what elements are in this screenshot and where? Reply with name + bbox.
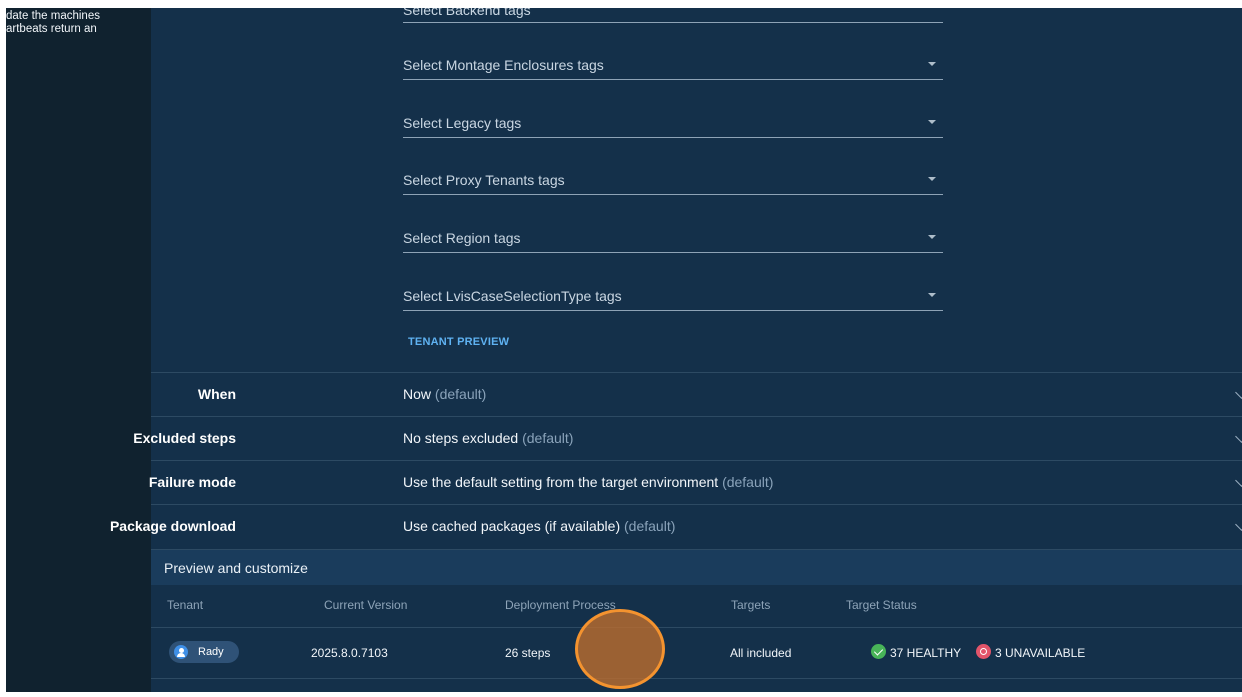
dropdown-arrow-icon — [928, 293, 936, 297]
default-note: (default) — [722, 474, 774, 490]
deployment-form: Select Backend tags Select Montage Enclo… — [110, 8, 1242, 692]
column-header-targets: Targets — [731, 598, 771, 612]
legacy-tags-select[interactable]: Select Legacy tags — [403, 109, 943, 138]
option-value: No steps excluded (default) — [403, 430, 574, 446]
legacy-tags-placeholder: Select Legacy tags — [403, 115, 522, 131]
current-version-cell: 2025.8.0.7103 — [311, 646, 388, 660]
option-row-when[interactable]: When Now (default) — [151, 372, 1242, 416]
backend-tags-select[interactable]: Select Backend tags — [403, 8, 943, 23]
chevron-down-icon — [1235, 474, 1242, 487]
column-header-target-status: Target Status — [846, 598, 917, 612]
region-tags-select[interactable]: Select Region tags — [403, 224, 943, 253]
tenant-chip[interactable]: Rady — [169, 641, 239, 663]
option-label: When — [197, 386, 236, 402]
option-row-package-download[interactable]: Package download Use cached packages (if… — [110, 504, 1242, 548]
option-value: Use the default setting from the target … — [403, 474, 774, 490]
sidebar: date the machines artbeats return an — [6, 8, 151, 692]
option-label: Excluded steps — [133, 430, 236, 446]
option-value: Use cached packages (if available) (defa… — [403, 518, 676, 534]
montage-enclosures-tags-select[interactable]: Select Montage Enclosures tags — [403, 51, 943, 80]
lviscaseselectiontype-tags-select[interactable]: Select LvisCaseSelectionType tags — [403, 282, 943, 311]
column-header-tenant: Tenant — [167, 598, 204, 612]
app-frame: date the machines artbeats return an Sel… — [6, 8, 1242, 692]
default-note: (default) — [434, 386, 487, 402]
chevron-down-icon — [1235, 430, 1242, 443]
dropdown-arrow-icon — [928, 62, 936, 66]
proxy-tenants-tags-placeholder: Select Proxy Tenants tags — [403, 172, 565, 188]
montage-enclosures-tags-placeholder: Select Montage Enclosures tags — [403, 57, 604, 73]
table-row[interactable]: Rady 2025.8.0.7103 26 steps All included… — [151, 628, 1242, 679]
default-note: (default) — [522, 430, 574, 446]
healthy-count: 37 HEALTHY — [890, 646, 962, 660]
sidebar-text-snippet: date the machines artbeats return an — [6, 10, 100, 35]
chevron-down-icon — [1235, 386, 1242, 399]
option-label: Failure mode — [148, 474, 236, 490]
column-header-deployment-process: Deployment Process — [505, 598, 616, 612]
targets-cell[interactable]: All included — [730, 646, 791, 660]
dropdown-arrow-icon — [928, 177, 936, 181]
tenant-preview-link[interactable]: TENANT PREVIEW — [408, 336, 509, 348]
region-tags-placeholder: Select Region tags — [403, 230, 521, 246]
unavailable-icon — [976, 644, 991, 659]
preview-section-title: Preview and customize — [164, 560, 308, 576]
unavailable-count: 3 UNAVAILABLE — [995, 646, 1086, 660]
preview-table-header: Tenant Current Version Deployment Proces… — [151, 585, 1242, 628]
option-row-failure-mode[interactable]: Failure mode Use the default setting fro… — [148, 460, 1242, 504]
default-note: (default) — [624, 518, 676, 534]
column-header-current-version: Current Version — [324, 598, 408, 612]
option-row-excluded-steps[interactable]: Excluded steps No steps excluded (defaul… — [133, 416, 1242, 460]
check-circle-icon — [871, 644, 886, 659]
backend-tags-placeholder: Select Backend tags — [403, 8, 531, 18]
user-icon — [174, 645, 188, 659]
option-value: Now (default) — [403, 386, 487, 402]
proxy-tenants-tags-select[interactable]: Select Proxy Tenants tags — [403, 166, 943, 195]
dropdown-arrow-icon — [928, 120, 936, 124]
chevron-down-icon — [1235, 518, 1242, 531]
option-label: Package download — [109, 518, 236, 534]
tenant-name: Rady — [198, 646, 224, 658]
preview-section-header: Preview and customize — [151, 549, 1242, 585]
deployment-process-cell[interactable]: 26 steps — [505, 646, 550, 660]
lviscaseselectiontype-tags-placeholder: Select LvisCaseSelectionType tags — [403, 288, 622, 304]
dropdown-arrow-icon — [928, 235, 936, 239]
